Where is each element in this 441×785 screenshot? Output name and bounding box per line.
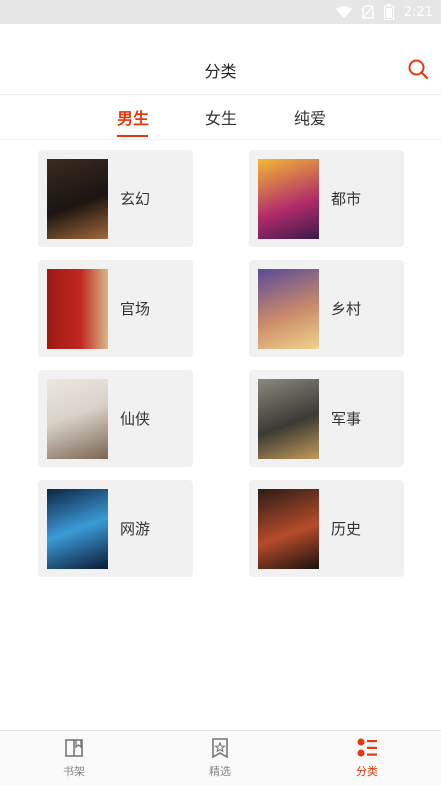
nav-category[interactable]: 分类 xyxy=(327,737,407,779)
category-label: 官场 xyxy=(120,300,151,318)
nav-label: 精选 xyxy=(209,765,231,778)
category-label: 都市 xyxy=(331,190,362,208)
book-cover-image xyxy=(258,379,319,459)
category-icon xyxy=(357,738,377,757)
category-card-xianxia[interactable]: 仙侠 xyxy=(38,370,193,467)
battery-icon xyxy=(383,4,394,20)
status-bar: 2:21 xyxy=(0,0,441,24)
book-cover-image xyxy=(47,159,108,239)
wifi-icon xyxy=(335,6,352,18)
category-card-xuanhuan[interactable]: 玄幻 xyxy=(38,150,193,247)
category-label: 军事 xyxy=(331,410,362,428)
nav-label: 分类 xyxy=(356,765,378,778)
category-card-junshi[interactable]: 军事 xyxy=(249,370,404,467)
tab-male[interactable]: 男生 xyxy=(117,105,149,129)
category-label: 网游 xyxy=(120,520,151,538)
tab-boys-love[interactable]: 纯爱 xyxy=(294,105,326,129)
category-label: 玄幻 xyxy=(120,190,151,208)
nav-featured[interactable]: 精选 xyxy=(180,737,260,779)
nav-bookshelf[interactable]: 书架 xyxy=(34,737,114,779)
book-cover-image xyxy=(258,269,319,349)
category-tabs: 男生 女生 纯爱 xyxy=(0,94,441,140)
status-time: 2:21 xyxy=(403,4,433,20)
category-label: 乡村 xyxy=(331,300,362,318)
nav-label: 书架 xyxy=(63,765,85,778)
book-cover-image xyxy=(47,269,108,349)
status-icons: 2:21 xyxy=(335,3,433,21)
search-icon xyxy=(408,59,429,80)
category-card-xiangcun[interactable]: 乡村 xyxy=(249,260,404,357)
page-title: 分类 xyxy=(204,62,237,81)
category-label: 历史 xyxy=(331,520,362,538)
tab-female[interactable]: 女生 xyxy=(205,105,237,129)
featured-icon xyxy=(212,738,228,759)
category-card-dushi[interactable]: 都市 xyxy=(249,150,404,247)
category-card-lishi[interactable]: 历史 xyxy=(249,480,404,577)
search-button[interactable] xyxy=(407,58,429,80)
book-cover-image xyxy=(47,489,108,569)
bottom-nav: 书架 精选 分类 xyxy=(0,730,441,785)
category-card-guanchang[interactable]: 官场 xyxy=(38,260,193,357)
book-cover-image xyxy=(258,159,319,239)
bookshelf-icon xyxy=(65,739,83,757)
category-label: 仙侠 xyxy=(120,410,151,428)
book-cover-image xyxy=(258,489,319,569)
no-sim-icon xyxy=(362,5,374,19)
book-cover-image xyxy=(47,379,108,459)
title-bar: 分类 xyxy=(0,24,441,94)
category-card-wangyou[interactable]: 网游 xyxy=(38,480,193,577)
tab-active-indicator xyxy=(117,135,148,137)
